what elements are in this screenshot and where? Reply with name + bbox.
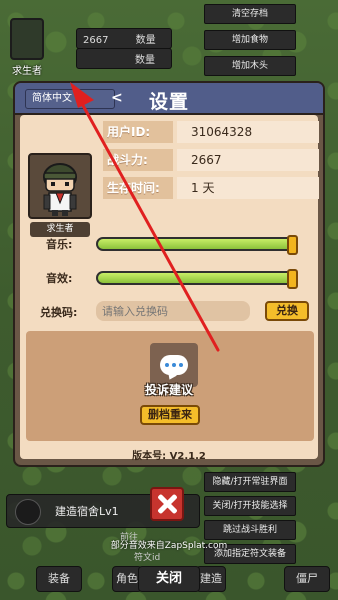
- cheat-toggle-skill[interactable]: 关闭/打开技能选择: [204, 496, 296, 516]
- sfx-slider-handle[interactable]: [287, 269, 298, 289]
- cheat-toggle-hud[interactable]: 隐藏/打开常驻界面: [204, 472, 296, 492]
- stat-power-label: 数量: [135, 35, 156, 46]
- bubble-dot: [172, 363, 176, 367]
- bubble-dot: [165, 363, 169, 367]
- rune-id-label: 符文id: [134, 553, 161, 563]
- close-text-button[interactable]: 关闭: [138, 566, 200, 592]
- music-slider-fill: [98, 239, 294, 249]
- feedback-label[interactable]: 投诉建议: [20, 381, 318, 398]
- sound-credit: 部分音效来自ZapSplat.com: [110, 541, 228, 551]
- tab-equipment[interactable]: 装备: [36, 566, 82, 592]
- build-task-label: 建造宿舍Lv1: [55, 505, 119, 518]
- tab-zombie[interactable]: 僵尸: [284, 566, 330, 592]
- music-slider[interactable]: [96, 237, 296, 251]
- dialog-title: 设置: [148, 91, 189, 113]
- music-slider-handle[interactable]: [287, 235, 298, 255]
- cheat-skip-battle[interactable]: 跳过战斗胜利: [204, 520, 296, 540]
- redeem-code-input[interactable]: [96, 301, 250, 321]
- version-label: 版本号: V2.1.2: [132, 451, 206, 462]
- sfx-label: 音效:: [46, 272, 73, 285]
- music-label: 音乐:: [46, 238, 73, 251]
- sfx-slider-row: 音效:: [28, 269, 318, 289]
- cheat-clear-save[interactable]: 清空存档: [204, 4, 296, 24]
- redeem-code-label: 兑换码:: [40, 306, 78, 319]
- player-avatar-top[interactable]: [10, 18, 44, 60]
- player-label-top: 求生者: [12, 66, 42, 77]
- dialog-body: 求生者 用户ID: 31064328 战斗力: 2667 生存时间: 1 天 音…: [20, 115, 319, 462]
- info-row-survival-time: 生存时间: 1 天: [103, 177, 319, 199]
- cheat-add-food[interactable]: 增加食物: [204, 30, 296, 50]
- info-value: 1 天: [177, 177, 319, 199]
- avatar-card: 求生者: [28, 153, 92, 237]
- info-value: 31064328: [177, 121, 319, 143]
- info-label: 用户ID:: [103, 121, 173, 143]
- survivor-portrait-icon: [43, 163, 77, 216]
- avatar: [28, 153, 92, 219]
- stat-power-value: 2667: [83, 35, 109, 46]
- stat-second-label: 数量: [135, 55, 155, 66]
- info-value: 2667: [177, 149, 319, 171]
- info-row-power: 战斗力: 2667: [103, 149, 319, 171]
- bubble-dot: [179, 363, 183, 367]
- music-slider-row: 音乐:: [28, 235, 318, 255]
- info-label: 生存时间:: [103, 177, 173, 199]
- dialog-titlebar: 简体中文 < 设置: [15, 83, 323, 115]
- cheat-add-wood[interactable]: 增加木头: [204, 56, 296, 76]
- close-x-icon: [157, 494, 177, 514]
- settings-dialog: 简体中文 < 设置 求生者 用户ID: 31064328 战斗力: 2667 生…: [13, 81, 325, 467]
- chat-bubble-icon: [160, 355, 188, 375]
- info-label: 战斗力:: [103, 149, 173, 171]
- stat-power-top: 2667 数量: [76, 28, 172, 49]
- sfx-slider-fill: [98, 273, 294, 283]
- redeem-button[interactable]: 兑换: [265, 301, 309, 321]
- close-dialog-button[interactable]: [150, 487, 184, 521]
- tab-build[interactable]: 建造: [196, 566, 226, 592]
- info-row-user-id: 用户ID: 31064328: [103, 121, 319, 143]
- cheat-menu: 清空存档 增加食物 增加木头: [204, 0, 296, 82]
- build-task-icon: [15, 499, 41, 525]
- stat-second-top: 数量: [76, 48, 172, 69]
- delete-save-button[interactable]: 删档重来: [140, 405, 200, 425]
- sfx-slider[interactable]: [96, 271, 296, 285]
